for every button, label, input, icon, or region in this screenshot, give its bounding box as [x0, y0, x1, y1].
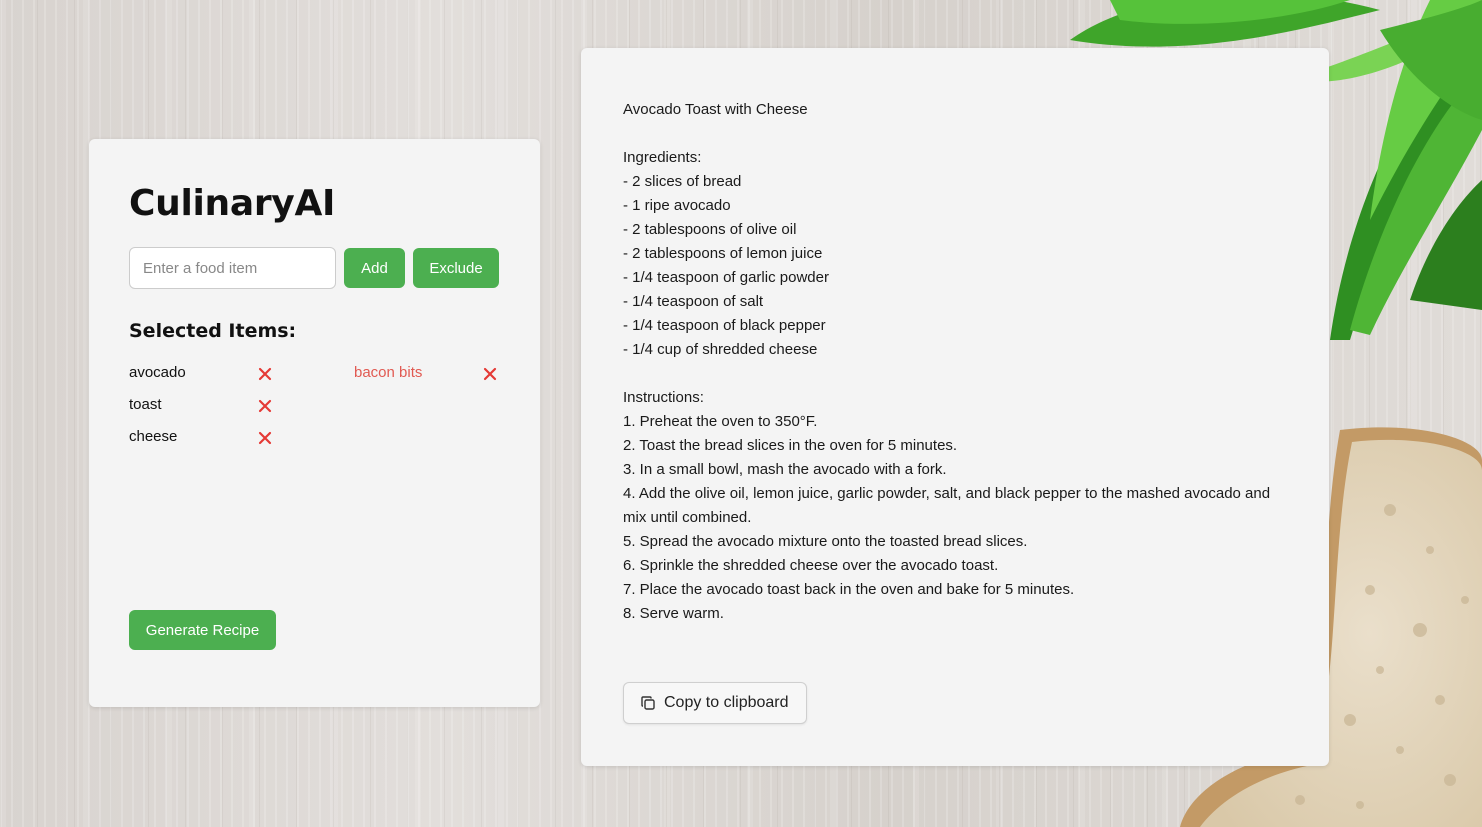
- recipe-panel: Avocado Toast with Cheese Ingredients: -…: [581, 48, 1329, 766]
- copy-button-label: Copy to clipboard: [664, 694, 789, 711]
- instruction-line: 1. Preheat the oven to 350°F.: [623, 413, 818, 430]
- ingredient-line: - 1/4 teaspoon of salt: [623, 293, 764, 310]
- instruction-line: 7. Place the avocado toast back in the o…: [623, 581, 1075, 598]
- app-title: CulinaryAI: [129, 183, 336, 224]
- instructions-heading: Instructions:: [623, 389, 704, 406]
- generate-recipe-button[interactable]: Generate Recipe: [129, 610, 276, 650]
- remove-cheese-icon[interactable]: [256, 429, 274, 447]
- ingredient-line: - 2 tablespoons of lemon juice: [623, 245, 823, 262]
- instruction-line: 3. In a small bowl, mash the avocado wit…: [623, 461, 947, 478]
- remove-bacon-bits-icon[interactable]: [481, 365, 499, 383]
- remove-avocado-icon[interactable]: [256, 365, 274, 383]
- excluded-item: bacon bits: [354, 364, 423, 381]
- close-icon: [258, 367, 272, 381]
- recipe-output: Avocado Toast with Cheese Ingredients: -…: [623, 98, 1293, 626]
- ingredient-line: - 2 tablespoons of olive oil: [623, 221, 797, 238]
- food-item-input[interactable]: [129, 247, 336, 289]
- instruction-line: 2. Toast the bread slices in the oven fo…: [623, 437, 958, 454]
- ingredient-line: - 1/4 teaspoon of garlic powder: [623, 269, 829, 286]
- ingredients-heading: Ingredients:: [623, 149, 702, 166]
- ingredient-line: - 2 slices of bread: [623, 173, 742, 190]
- selected-items-heading: Selected Items:: [129, 320, 297, 342]
- instruction-line: 6. Sprinkle the shredded cheese over the…: [623, 557, 999, 574]
- close-icon: [258, 399, 272, 413]
- selected-item: toast: [129, 396, 162, 413]
- instruction-line: 8. Serve warm.: [623, 605, 724, 622]
- copy-to-clipboard-button[interactable]: Copy to clipboard: [623, 682, 807, 724]
- close-icon: [258, 431, 272, 445]
- instruction-line: 5. Spread the avocado mixture onto the t…: [623, 533, 1028, 550]
- add-button[interactable]: Add: [344, 248, 405, 288]
- ingredient-panel: CulinaryAI Add Exclude Selected Items: a…: [89, 139, 540, 707]
- selected-item: avocado: [129, 364, 186, 381]
- close-icon: [483, 367, 497, 381]
- ingredient-line: - 1 ripe avocado: [623, 197, 731, 214]
- selected-item: cheese: [129, 428, 178, 445]
- remove-toast-icon[interactable]: [256, 397, 274, 415]
- ingredient-line: - 1/4 cup of shredded cheese: [623, 341, 818, 358]
- recipe-title: Avocado Toast with Cheese: [623, 101, 808, 118]
- copy-icon: [641, 696, 655, 710]
- instruction-line: 4. Add the olive oil, lemon juice, garli…: [623, 485, 1271, 526]
- exclude-button[interactable]: Exclude: [413, 248, 499, 288]
- ingredient-line: - 1/4 teaspoon of black pepper: [623, 317, 826, 334]
